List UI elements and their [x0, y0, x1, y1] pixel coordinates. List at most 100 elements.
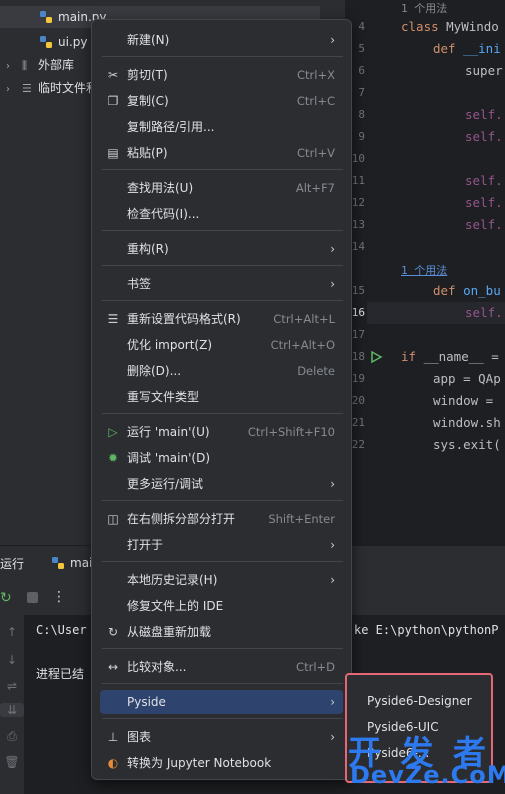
menu-item-shortcut: Delete [297, 364, 335, 378]
chevron-right-icon[interactable]: › [6, 79, 16, 101]
scratches-icon: ☰ [22, 82, 32, 95]
code-token: __name__ = [423, 349, 499, 364]
menu-item-16[interactable]: ◫ 在右侧拆分部分打开 Shift+Enter [100, 507, 343, 531]
menu-item-shortcut: Ctrl+V [297, 146, 335, 160]
menu-item-shortcut: Ctrl+Shift+F10 [247, 425, 335, 439]
menu-item-shortcut: Shift+Enter [268, 512, 335, 526]
menu-item-label: Pyside [127, 695, 166, 709]
code-line: def __ini [433, 41, 501, 56]
rerun-icon[interactable]: ↻ [0, 590, 12, 606]
copy-icon: ❐ [107, 94, 119, 108]
menu-item-2[interactable]: ❐ 复制(C) Ctrl+C [100, 89, 343, 113]
soft-wrap-icon[interactable]: ⇌ [0, 679, 24, 693]
menu-item-label: 从磁盘重新加载 [127, 625, 212, 639]
code-line: if __name__ = [401, 349, 499, 364]
menu-item-shortcut: Ctrl+Alt+L [273, 312, 335, 326]
menu-item-label: 优化 import(Z) [127, 338, 213, 352]
menu-item-pyside6-designer[interactable]: Pyside6-Designer [367, 694, 472, 708]
tree-item-label: ui.py [58, 35, 88, 49]
menu-item-22[interactable]: Pyside › [100, 690, 343, 714]
code-line: self. [465, 195, 503, 210]
menu-item-21[interactable]: ↔ 比较对象... Ctrl+D [100, 655, 343, 679]
code-line: app = QAp [433, 371, 501, 386]
menu-separator [102, 683, 343, 684]
trash-icon[interactable]: 🗑 [0, 755, 24, 769]
debug-icon: ✹ [107, 451, 119, 465]
menu-item-label: 删除(D)... [127, 364, 182, 378]
jupyter-icon: ◐ [107, 756, 119, 770]
code-line: super [465, 63, 503, 78]
menu-item-14[interactable]: ✹ 调试 'main'(D) [100, 446, 343, 470]
menu-item-3[interactable]: 复制路径/引用... [100, 115, 343, 139]
code-editor[interactable]: 1 个用法 4 5 6 7 8 9 10 11 12 13 14 1 个用法 1… [345, 0, 505, 545]
menu-item-9[interactable]: ☰ 重新设置代码格式(R) Ctrl+Alt+L [100, 307, 343, 331]
scissors-icon: ✂ [107, 68, 119, 82]
menu-item-label: 修复文件上的 IDE [127, 599, 224, 613]
menu-separator [102, 561, 343, 562]
chevron-right-icon: › [330, 730, 335, 744]
menu-item-4[interactable]: ▤ 粘贴(P) Ctrl+V [100, 141, 343, 165]
tab-main-file[interactable]: mai [52, 556, 92, 570]
menu-item-6[interactable]: 检查代码(I)... [100, 202, 343, 226]
menu-item-10[interactable]: 优化 import(Z) Ctrl+Alt+O [100, 333, 343, 357]
watermark-logo: 开 发 者 DevZe.CoM [348, 726, 505, 794]
tree-item-external-libs[interactable]: › ⫼ 外部库 [0, 54, 74, 76]
menu-item-18[interactable]: 本地历史记录(H) › [100, 568, 343, 592]
chevron-right-icon: › [330, 695, 335, 709]
chevron-right-icon[interactable]: › [6, 56, 16, 78]
menu-item-label: 本地历史记录(H) [127, 573, 218, 587]
chevron-right-icon: › [330, 477, 335, 491]
menu-item-0[interactable]: 新建(N) › [100, 28, 343, 52]
menu-item-23[interactable]: ⊥ 图表 › [100, 725, 343, 749]
menu-item-label: 更多运行/调试 [127, 477, 204, 491]
run-icon: ▷ [108, 425, 118, 439]
reload-icon: ↻ [107, 625, 119, 639]
menu-item-12[interactable]: 重写文件类型 [100, 385, 343, 409]
usage-hint[interactable]: 1 个用法 [401, 262, 447, 278]
console-line: C:\User [36, 623, 87, 637]
menu-item-20[interactable]: ↻ 从磁盘重新加载 [100, 620, 343, 644]
menu-item-label: 运行 'main'(U) [127, 425, 210, 439]
code-line: self. [465, 305, 503, 320]
tab-run[interactable]: 运行 [0, 555, 24, 572]
tree-item-ui-py[interactable]: ui.py [0, 31, 87, 53]
run-gutter-icon[interactable] [369, 350, 383, 364]
code-line: self. [465, 173, 503, 188]
menu-item-shortcut: Ctrl+C [296, 94, 335, 108]
code-token: on_bu [463, 283, 501, 298]
menu-item-13[interactable]: ▷ 运行 'main'(U) Ctrl+Shift+F10 [100, 420, 343, 444]
tree-item-label: 临时文件和 [38, 81, 99, 95]
arrow-up-icon[interactable]: ↑ [0, 625, 24, 639]
usage-hint[interactable]: 1 个用法 [401, 0, 447, 16]
menu-item-shortcut: Ctrl+D [296, 660, 335, 674]
tree-item-scratches[interactable]: › ☰ 临时文件和 [0, 77, 98, 99]
menu-item-8[interactable]: 书签 › [100, 272, 343, 296]
menu-item-19[interactable]: 修复文件上的 IDE [100, 594, 343, 618]
menu-item-15[interactable]: 更多运行/调试 › [100, 472, 343, 496]
menu-separator [102, 648, 343, 649]
menu-item-label: 粘贴(P) [127, 146, 168, 160]
arrow-down-icon[interactable]: ↓ [0, 653, 24, 667]
menu-item-17[interactable]: 打开于 › [100, 533, 343, 557]
chevron-right-icon: › [330, 277, 335, 291]
menu-separator [102, 56, 343, 57]
scroll-to-end-icon[interactable]: ⇊ [0, 703, 24, 717]
code-token: def [433, 41, 464, 56]
menu-item-24[interactable]: ◐ 转换为 Jupyter Notebook [100, 751, 343, 775]
code-token: if [401, 349, 424, 364]
console-line: 进程已结 [36, 667, 85, 681]
python-file-icon [52, 557, 64, 569]
stop-icon[interactable] [27, 592, 38, 603]
menu-item-11[interactable]: 删除(D)... Delete [100, 359, 343, 383]
code-line: self. [465, 107, 503, 122]
menu-separator [102, 413, 343, 414]
print-icon[interactable]: ⎙ [0, 729, 24, 744]
menu-item-7[interactable]: 重构(R) › [100, 237, 343, 261]
menu-item-5[interactable]: 查找用法(U) Alt+F7 [100, 176, 343, 200]
chevron-right-icon: › [330, 242, 335, 256]
paste-icon: ▤ [107, 146, 119, 160]
more-options-icon[interactable]: ⋮ [52, 589, 66, 605]
menu-item-shortcut: Ctrl+Alt+O [270, 338, 335, 352]
code-line: self. [465, 129, 503, 144]
menu-item-1[interactable]: ✂ 剪切(T) Ctrl+X [100, 63, 343, 87]
